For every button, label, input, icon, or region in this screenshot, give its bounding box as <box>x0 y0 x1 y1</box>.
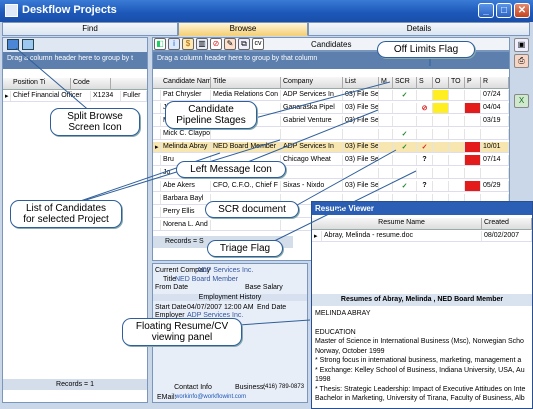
callout-scr-doc: SCR document <box>205 201 299 218</box>
callout-triage: Triage Flag <box>207 240 283 257</box>
callout-pipeline: Candidate Pipeline Stages <box>165 101 257 129</box>
callout-off-limits: Off Limits Flag <box>377 41 475 58</box>
callout-floating: Floating Resume/CV viewing panel <box>122 318 242 346</box>
callout-candidates-list: List of Candidates for selected Project <box>10 200 122 228</box>
callout-split-browse: Split Browse Screen Icon <box>50 108 140 136</box>
callout-left-message: Left Message Icon <box>176 161 286 178</box>
